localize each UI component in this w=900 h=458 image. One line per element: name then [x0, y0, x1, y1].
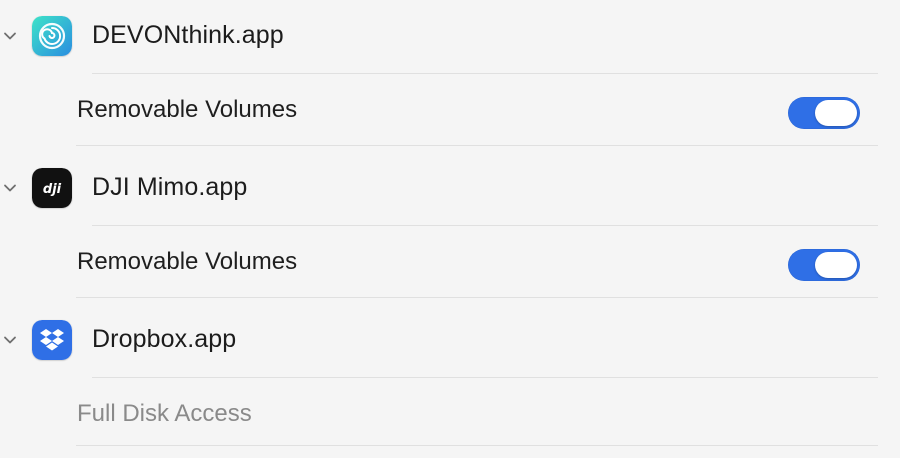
app-row-devonthink[interactable]: DEVONthink.app	[0, 0, 900, 72]
privacy-permissions-list: DEVONthink.app Removable Volumes dji DJI…	[0, 0, 900, 458]
permission-label: Removable Volumes	[77, 96, 298, 123]
removable-volumes-toggle[interactable]	[788, 249, 860, 281]
svg-text:dji: dji	[43, 182, 62, 197]
permission-label: Full Disk Access	[77, 400, 252, 427]
dji-icon: dji	[32, 168, 72, 208]
chevron-down-icon[interactable]	[2, 332, 18, 348]
divider	[76, 297, 878, 298]
removable-volumes-toggle[interactable]	[788, 97, 860, 129]
app-name: Dropbox.app	[92, 325, 237, 353]
app-row-dji-mimo[interactable]: dji DJI Mimo.app	[0, 152, 900, 224]
permission-row: Removable Volumes	[0, 74, 900, 146]
chevron-down-icon[interactable]	[2, 28, 18, 44]
devonthink-icon	[32, 16, 72, 56]
dropbox-icon	[32, 320, 72, 360]
toggle-knob	[815, 252, 857, 278]
app-row-dropbox[interactable]: Dropbox.app	[0, 304, 900, 376]
permission-row: Full Disk Access	[0, 378, 900, 450]
app-name: DJI Mimo.app	[92, 173, 248, 201]
divider	[76, 145, 878, 146]
toggle-knob	[815, 100, 857, 126]
chevron-down-icon[interactable]	[2, 180, 18, 196]
permission-label: Removable Volumes	[77, 248, 298, 275]
divider	[76, 445, 878, 446]
app-name: DEVONthink.app	[92, 21, 284, 49]
permission-row: Removable Volumes	[0, 226, 900, 298]
